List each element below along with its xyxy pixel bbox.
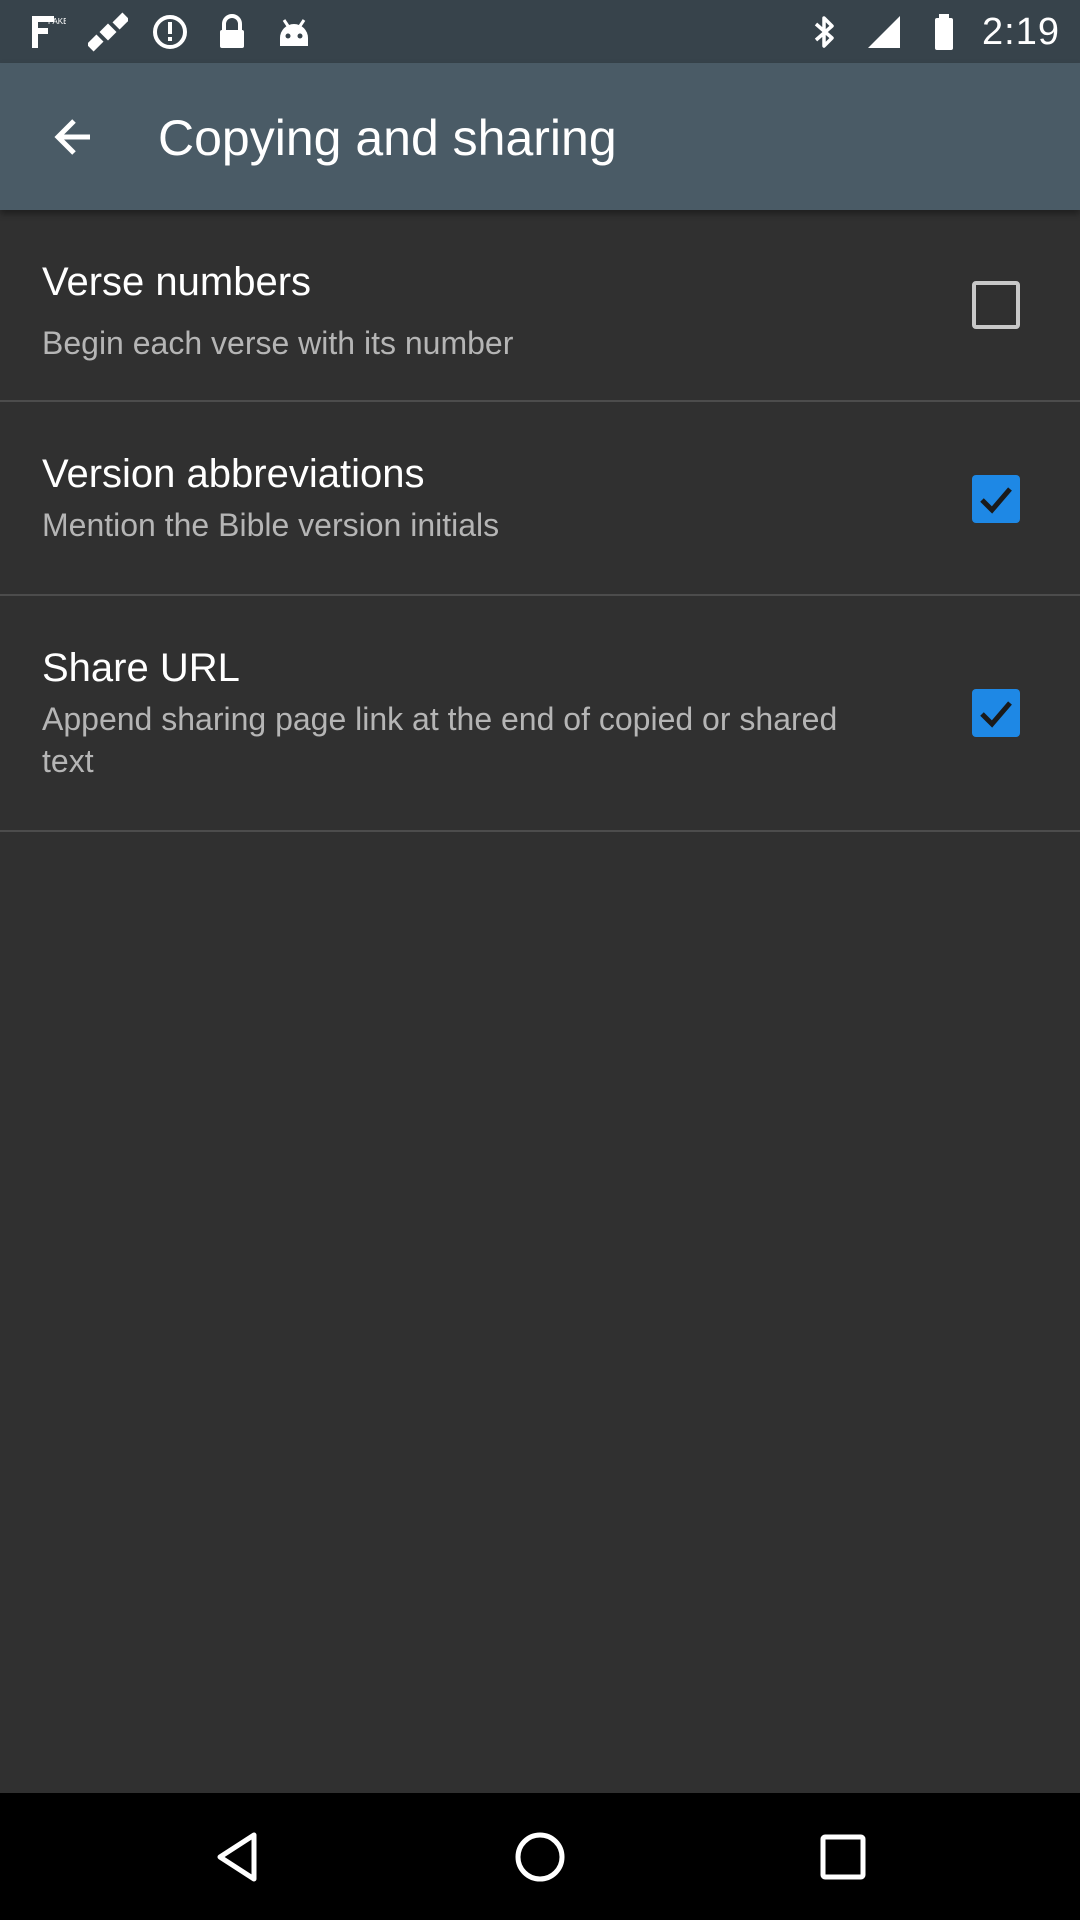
- pref-title: Version abbreviations: [42, 452, 425, 496]
- pref-summary: Append sharing page link at the end of c…: [42, 701, 838, 779]
- share-url-checkbox[interactable]: [972, 689, 1020, 737]
- nav-recents-button[interactable]: [805, 1819, 881, 1895]
- pref-summary: Begin each verse with its number: [42, 325, 514, 361]
- nav-home-button[interactable]: [502, 1819, 578, 1895]
- recents-square-icon: [820, 1834, 866, 1880]
- lock-icon: [210, 10, 254, 54]
- checkmark-icon: [980, 701, 1012, 728]
- app-toolbar: Copying and sharing: [0, 63, 1080, 210]
- bluetooth-icon: [802, 10, 846, 54]
- status-left-icons: FAKE: [24, 10, 316, 54]
- pref-summary: Mention the Bible version initials: [42, 507, 500, 543]
- status-right-icons: 2:19: [802, 10, 1060, 54]
- verse-numbers-checkbox[interactable]: [972, 281, 1020, 329]
- battery-icon: [922, 10, 966, 54]
- pref-item-version-abbreviations[interactable]: Version abbreviations Mention the Bible …: [0, 402, 1080, 596]
- app-screen: FAKE 2:19 Copying and sharing Verse numb…: [0, 0, 1080, 1920]
- satellite-icon: [86, 10, 130, 54]
- status-bar: FAKE 2:19: [0, 0, 1080, 63]
- status-time: 2:19: [982, 10, 1060, 53]
- back-triangle-icon: [217, 1832, 257, 1882]
- arrow-back-icon: [54, 119, 90, 155]
- home-circle-icon: [515, 1832, 565, 1882]
- signal-icon: [862, 10, 906, 54]
- navigation-bar: [0, 1793, 1080, 1920]
- pref-item-verse-numbers[interactable]: Verse numbers Begin each verse with its …: [0, 210, 1080, 402]
- pref-item-share-url[interactable]: Share URL Append sharing page link at th…: [0, 596, 1080, 832]
- page-title: Copying and sharing: [158, 110, 617, 166]
- pref-title: Verse numbers: [42, 260, 312, 304]
- version-abbreviations-checkbox[interactable]: [972, 475, 1020, 523]
- data-saver-icon: [148, 10, 192, 54]
- svg-text:FAKE: FAKE: [48, 17, 66, 26]
- nav-back-button[interactable]: [200, 1819, 276, 1895]
- android-icon: [272, 10, 316, 54]
- back-button[interactable]: [30, 93, 118, 181]
- checkmark-icon: [980, 487, 1012, 514]
- pref-title: Share URL: [42, 646, 240, 690]
- fake-gps-icon: FAKE: [24, 10, 68, 54]
